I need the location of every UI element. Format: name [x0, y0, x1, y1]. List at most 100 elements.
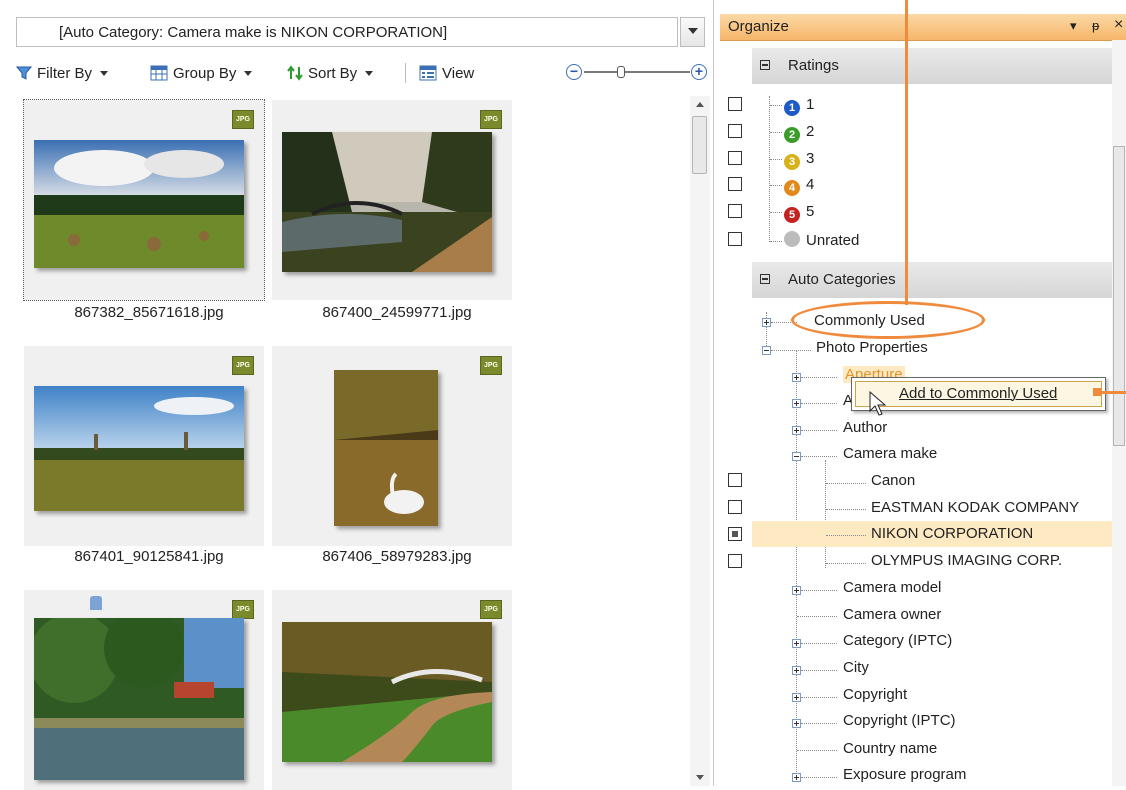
rating-checkbox[interactable] [728, 124, 742, 138]
context-menu: Add to Commonly Used [851, 377, 1106, 411]
tree-item[interactable]: Copyright (IPTC) [843, 712, 956, 729]
category-checkbox-checked[interactable] [728, 527, 742, 541]
group-by-button[interactable]: Group By [150, 60, 253, 86]
thumbnail-caption: 867406_58979283.jpg [322, 548, 472, 565]
tree-item-make-selected[interactable]: NIKON CORPORATION [871, 525, 1033, 542]
thumbnail-caption: 867401_90125841.jpg [74, 548, 224, 565]
thumbnail-scrollbar[interactable] [690, 96, 710, 786]
rating-item[interactable]: 22 [784, 123, 814, 143]
expand-icon[interactable] [792, 586, 801, 595]
tree-item-photo-properties[interactable]: Photo Properties [816, 339, 928, 356]
filter-dropdown-button[interactable] [680, 17, 705, 47]
tree-line [826, 563, 866, 564]
toolbar-separator [405, 63, 406, 83]
thumbnail-caption: 867382_85671618.jpg [74, 304, 224, 321]
callout-marker [1093, 388, 1101, 396]
tree-line [797, 750, 837, 751]
rating-checkbox[interactable] [728, 151, 742, 165]
tree-line [771, 350, 811, 351]
view-label: View [442, 64, 475, 82]
pin-icon[interactable]: ᵽ [1092, 18, 1099, 33]
rating-checkbox[interactable] [728, 204, 742, 218]
thumbnail-item[interactable]: JPG [24, 346, 264, 546]
tree-line [801, 430, 837, 431]
category-checkbox[interactable] [728, 500, 742, 514]
tree-item-camera-make[interactable]: Camera make [843, 445, 937, 462]
collapse-icon[interactable] [760, 60, 770, 70]
tree-item[interactable]: Country name [843, 740, 937, 757]
tree-line [801, 456, 837, 457]
scroll-up-icon[interactable] [696, 102, 704, 107]
tree-item-make[interactable]: OLYMPUS IMAGING CORP. [871, 552, 1062, 569]
collapse-icon[interactable] [792, 452, 801, 461]
tree-line [826, 483, 866, 484]
tree-item[interactable]: Camera owner [843, 606, 941, 623]
scrollbar-thumb[interactable] [692, 116, 707, 174]
panel-menu-icon[interactable]: ▾ [1070, 18, 1077, 34]
zoom-in-button[interactable]: + [691, 64, 707, 80]
expand-icon[interactable] [792, 639, 801, 648]
context-menu-item[interactable]: Add to Commonly Used [855, 381, 1102, 407]
ratings-section-header[interactable]: Ratings [752, 48, 1112, 84]
expand-icon[interactable] [792, 773, 801, 782]
expand-icon[interactable] [792, 426, 801, 435]
collapse-icon[interactable] [760, 274, 770, 284]
thumbnail-item[interactable]: JPG [24, 590, 264, 790]
organize-title: Organize [728, 18, 789, 35]
expand-icon[interactable] [792, 719, 801, 728]
thumbnail-item[interactable]: JPG [272, 100, 512, 300]
tree-item[interactable]: Camera model [843, 579, 941, 596]
expand-icon[interactable] [792, 666, 801, 675]
close-icon[interactable]: × [1114, 16, 1123, 34]
tree-line [769, 96, 770, 242]
category-checkbox[interactable] [728, 554, 742, 568]
filter-by-button[interactable]: Filter By [16, 60, 109, 86]
zoom-out-button[interactable]: − [566, 64, 582, 80]
rating-item[interactable]: 33 [784, 150, 814, 170]
rating-checkbox[interactable] [728, 177, 742, 191]
rating-item[interactable]: Unrated [784, 231, 859, 249]
tree-line [796, 350, 797, 780]
jpg-badge-icon: JPG [232, 110, 254, 129]
expand-icon[interactable] [762, 318, 771, 327]
zoom-slider-track[interactable] [584, 71, 690, 73]
auto-categories-title: Auto Categories [788, 271, 896, 288]
thumbnail-grid: JPG 867382_85671618.jpg JPG 867400_24599… [16, 96, 686, 790]
tree-line [801, 377, 837, 378]
expand-icon[interactable] [792, 399, 801, 408]
thumbnail-item[interactable]: JPG [272, 346, 512, 546]
scroll-down-icon[interactable] [696, 775, 704, 780]
tree-item-make[interactable]: Canon [871, 472, 915, 489]
zoom-slider-thumb[interactable] [617, 66, 625, 78]
rating-item[interactable]: 55 [784, 203, 814, 223]
thumbnail-item[interactable]: JPG [272, 590, 512, 790]
tree-item[interactable]: Exposure program [843, 766, 966, 783]
tree-item[interactable]: City [843, 659, 869, 676]
tree-item[interactable]: Category (IPTC) [843, 632, 952, 649]
rating-item[interactable]: 11 [784, 96, 814, 116]
thumbnail-item[interactable]: JPG [23, 99, 265, 301]
expand-icon[interactable] [792, 693, 801, 702]
tree-item[interactable]: Copyright [843, 686, 907, 703]
view-button[interactable]: View [419, 60, 474, 86]
expand-icon[interactable] [792, 373, 801, 382]
scrollbar-thumb[interactable] [1113, 146, 1125, 446]
rating-label: Unrated [806, 232, 860, 249]
rating-checkbox[interactable] [728, 232, 742, 246]
category-checkbox[interactable] [728, 473, 742, 487]
tree-item-make[interactable]: EASTMAN KODAK COMPANY [871, 499, 1079, 516]
collapse-icon[interactable] [762, 346, 771, 355]
filter-combobox[interactable]: [Auto Category: Camera make is NIKON COR… [16, 17, 678, 47]
add-to-commonly-used-label: Add to Commonly Used [899, 385, 1058, 402]
callout-line [905, 0, 908, 305]
photo-image [282, 132, 492, 272]
auto-categories-section-header[interactable]: Auto Categories [752, 262, 1112, 298]
mouse-cursor-icon [869, 391, 887, 416]
rating-checkbox[interactable] [728, 97, 742, 111]
funnel-icon [16, 66, 32, 80]
tree-item-author[interactable]: Author [843, 419, 887, 436]
rating-item[interactable]: 44 [784, 176, 814, 196]
sort-by-button[interactable]: Sort By [287, 60, 374, 86]
organize-scrollbar[interactable] [1112, 40, 1126, 786]
tree-line [801, 403, 837, 404]
